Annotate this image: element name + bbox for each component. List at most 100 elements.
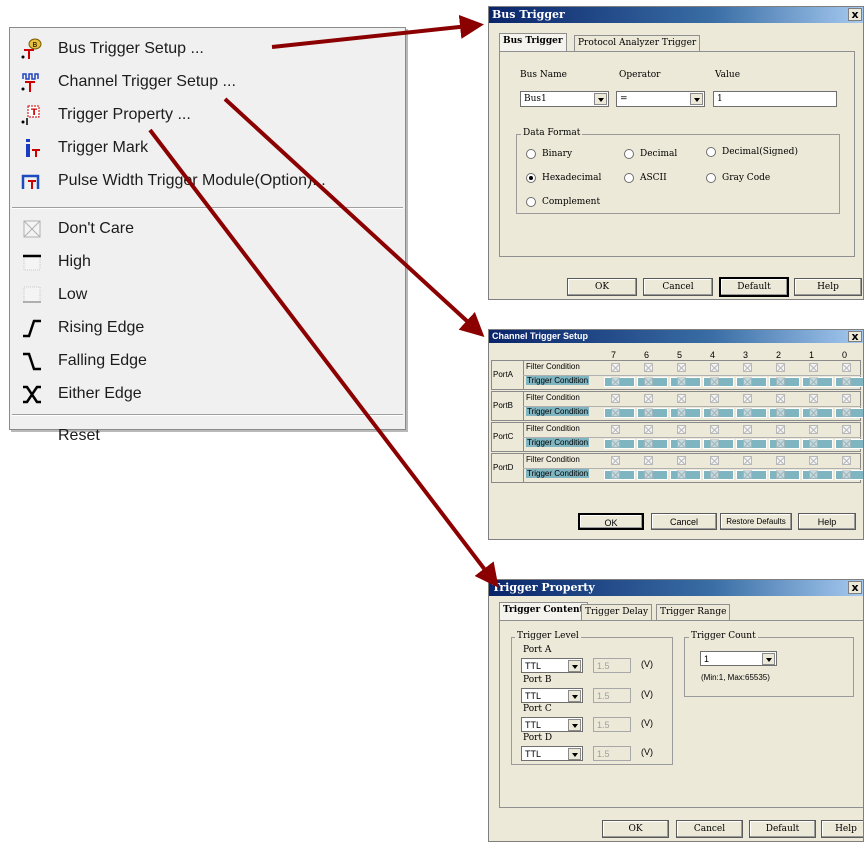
trigger-cell-dont-care-icon[interactable] xyxy=(611,470,620,479)
menu-item-low[interactable]: Low xyxy=(10,280,405,310)
menu-item-rising-edge[interactable]: Rising Edge xyxy=(10,313,405,343)
port-a-level-select[interactable]: TTL xyxy=(521,658,583,673)
trigger-cell-dont-care-icon[interactable] xyxy=(677,439,686,448)
ok-button[interactable]: OK xyxy=(578,513,644,530)
cancel-button[interactable]: Cancel xyxy=(651,513,717,530)
trigger-cell-dont-care-icon[interactable] xyxy=(677,377,686,386)
filter-cell-dont-care-icon[interactable] xyxy=(644,456,653,465)
filter-cell-dont-care-icon[interactable] xyxy=(809,394,818,403)
tab-trigger-content[interactable]: Trigger Content xyxy=(499,602,588,620)
menu-item-falling-edge[interactable]: Falling Edge xyxy=(10,346,405,376)
filter-cell-dont-care-icon[interactable] xyxy=(710,363,719,372)
help-button[interactable]: Help xyxy=(821,820,863,838)
port-b-voltage-input[interactable]: 1.5 xyxy=(593,688,631,703)
filter-cell-dont-care-icon[interactable] xyxy=(644,394,653,403)
trigger-cell-dont-care-icon[interactable] xyxy=(743,377,752,386)
filter-cell-dont-care-icon[interactable] xyxy=(611,456,620,465)
trigger-cell-dont-care-icon[interactable] xyxy=(776,377,785,386)
filter-cell-dont-care-icon[interactable] xyxy=(710,394,719,403)
menu-item-high[interactable]: High xyxy=(10,247,405,277)
trigger-cell-dont-care-icon[interactable] xyxy=(710,408,719,417)
menu-item-trigger-property[interactable]: T Trigger Property ... xyxy=(10,100,405,130)
trigger-cell-dont-care-icon[interactable] xyxy=(710,377,719,386)
port-d-voltage-input[interactable]: 1.5 xyxy=(593,746,631,761)
chevron-down-icon[interactable] xyxy=(568,660,581,672)
ok-button[interactable]: OK xyxy=(567,278,637,296)
default-button[interactable]: Default xyxy=(749,820,816,838)
close-icon[interactable]: x xyxy=(848,331,862,342)
port-c-level-select[interactable]: TTL xyxy=(521,717,583,732)
filter-cell-dont-care-icon[interactable] xyxy=(842,456,851,465)
radio-decimal[interactable] xyxy=(624,149,634,159)
tab-bus-trigger[interactable]: Bus Trigger xyxy=(499,33,567,51)
trigger-cell-dont-care-icon[interactable] xyxy=(644,439,653,448)
trigger-cell-dont-care-icon[interactable] xyxy=(809,470,818,479)
trigger-cell-dont-care-icon[interactable] xyxy=(677,470,686,479)
tab-protocol-analyzer-trigger[interactable]: Protocol Analyzer Trigger xyxy=(574,35,701,51)
close-icon[interactable]: x xyxy=(848,581,862,594)
trigger-cell-dont-care-icon[interactable] xyxy=(644,408,653,417)
radio-ascii[interactable] xyxy=(624,173,634,183)
filter-cell-dont-care-icon[interactable] xyxy=(677,394,686,403)
filter-cell-dont-care-icon[interactable] xyxy=(611,394,620,403)
chevron-down-icon[interactable] xyxy=(690,93,703,105)
filter-cell-dont-care-icon[interactable] xyxy=(644,363,653,372)
bus-name-select[interactable]: Bus1 xyxy=(520,91,609,107)
filter-cell-dont-care-icon[interactable] xyxy=(677,425,686,434)
filter-cell-dont-care-icon[interactable] xyxy=(776,394,785,403)
menu-item-channel-trigger-setup[interactable]: Channel Trigger Setup ... xyxy=(10,67,405,97)
filter-cell-dont-care-icon[interactable] xyxy=(743,456,752,465)
trigger-cell-dont-care-icon[interactable] xyxy=(611,408,620,417)
filter-cell-dont-care-icon[interactable] xyxy=(611,425,620,434)
filter-cell-dont-care-icon[interactable] xyxy=(710,425,719,434)
trigger-cell-dont-care-icon[interactable] xyxy=(644,470,653,479)
filter-cell-dont-care-icon[interactable] xyxy=(677,363,686,372)
radio-binary[interactable] xyxy=(526,149,536,159)
chevron-down-icon[interactable] xyxy=(568,748,581,760)
menu-item-pulse-width-trigger[interactable]: Pulse Width Trigger Module(Option)... xyxy=(10,166,405,196)
trigger-count-select[interactable]: 1 xyxy=(700,651,777,666)
filter-cell-dont-care-icon[interactable] xyxy=(809,456,818,465)
radio-decimal-signed[interactable] xyxy=(706,147,716,157)
trigger-cell-dont-care-icon[interactable] xyxy=(743,439,752,448)
filter-cell-dont-care-icon[interactable] xyxy=(710,456,719,465)
filter-cell-dont-care-icon[interactable] xyxy=(743,425,752,434)
filter-cell-dont-care-icon[interactable] xyxy=(644,425,653,434)
trigger-cell-dont-care-icon[interactable] xyxy=(842,377,851,386)
trigger-cell-dont-care-icon[interactable] xyxy=(776,470,785,479)
menu-item-reset[interactable]: Reset xyxy=(10,397,405,444)
trigger-cell-dont-care-icon[interactable] xyxy=(776,439,785,448)
value-input[interactable]: 1 xyxy=(713,91,837,107)
menu-item-dont-care[interactable]: Don't Care xyxy=(10,214,405,244)
filter-cell-dont-care-icon[interactable] xyxy=(743,363,752,372)
port-b-level-select[interactable]: TTL xyxy=(521,688,583,703)
trigger-cell-dont-care-icon[interactable] xyxy=(842,408,851,417)
chevron-down-icon[interactable] xyxy=(594,93,607,105)
trigger-cell-dont-care-icon[interactable] xyxy=(776,408,785,417)
help-button[interactable]: Help xyxy=(798,513,856,530)
port-a-voltage-input[interactable]: 1.5 xyxy=(593,658,631,673)
operator-select[interactable]: = xyxy=(616,91,705,107)
port-c-voltage-input[interactable]: 1.5 xyxy=(593,717,631,732)
trigger-cell-dont-care-icon[interactable] xyxy=(611,377,620,386)
menu-item-trigger-mark[interactable]: Trigger Mark xyxy=(10,133,405,163)
trigger-cell-dont-care-icon[interactable] xyxy=(710,470,719,479)
ok-button[interactable]: OK xyxy=(602,820,669,838)
trigger-cell-dont-care-icon[interactable] xyxy=(809,439,818,448)
trigger-cell-dont-care-icon[interactable] xyxy=(611,439,620,448)
trigger-cell-dont-care-icon[interactable] xyxy=(809,408,818,417)
filter-cell-dont-care-icon[interactable] xyxy=(677,456,686,465)
filter-cell-dont-care-icon[interactable] xyxy=(809,363,818,372)
port-d-level-select[interactable]: TTL xyxy=(521,746,583,761)
filter-cell-dont-care-icon[interactable] xyxy=(776,363,785,372)
filter-cell-dont-care-icon[interactable] xyxy=(842,425,851,434)
trigger-cell-dont-care-icon[interactable] xyxy=(809,377,818,386)
trigger-cell-dont-care-icon[interactable] xyxy=(710,439,719,448)
filter-cell-dont-care-icon[interactable] xyxy=(776,456,785,465)
filter-cell-dont-care-icon[interactable] xyxy=(743,394,752,403)
menu-item-bus-trigger-setup[interactable]: B Bus Trigger Setup ... xyxy=(10,34,405,64)
filter-cell-dont-care-icon[interactable] xyxy=(611,363,620,372)
tab-trigger-delay[interactable]: Trigger Delay xyxy=(581,604,653,620)
cancel-button[interactable]: Cancel xyxy=(643,278,713,296)
filter-cell-dont-care-icon[interactable] xyxy=(842,363,851,372)
